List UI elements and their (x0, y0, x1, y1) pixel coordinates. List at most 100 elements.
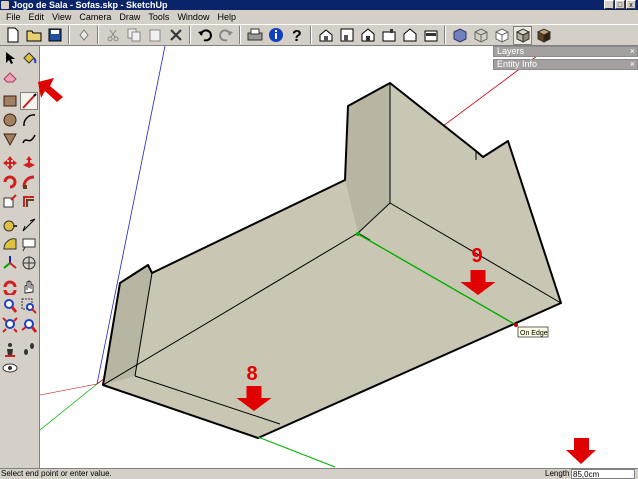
dimension-icon[interactable] (20, 216, 38, 234)
menu-camera[interactable]: Camera (75, 10, 115, 24)
large-tool-set (0, 46, 40, 468)
maximize-button[interactable]: □ (615, 0, 625, 9)
left-view-icon[interactable] (421, 26, 440, 45)
close-button[interactable]: x (626, 0, 636, 9)
zoom-extents-icon[interactable] (1, 316, 19, 334)
right-view-icon[interactable] (379, 26, 398, 45)
minimize-button[interactable]: _ (604, 0, 614, 9)
undo-icon[interactable] (195, 26, 214, 45)
toolbar-separator (310, 26, 312, 44)
callout-label-9: 9 (471, 245, 482, 267)
back-view-icon[interactable] (400, 26, 419, 45)
cut-icon[interactable] (103, 26, 122, 45)
rotate-icon[interactable] (1, 173, 19, 191)
save-icon[interactable] (45, 26, 64, 45)
standard-toolbar: ? (0, 24, 638, 46)
rectangle-icon[interactable] (1, 92, 19, 110)
scale-icon[interactable] (1, 192, 19, 210)
toolbar-separator (68, 26, 70, 44)
move-icon[interactable] (1, 154, 19, 172)
hidden-line-icon[interactable] (492, 26, 511, 45)
orbit-icon[interactable] (1, 278, 19, 296)
menu-window[interactable]: Window (173, 10, 213, 24)
toolbar-separator (189, 26, 191, 44)
text-icon[interactable] (20, 235, 38, 253)
layers-tray-label: Layers (497, 46, 525, 56)
previous-view-icon[interactable] (20, 316, 38, 334)
zoom-icon[interactable] (1, 297, 19, 315)
position-camera-icon[interactable] (1, 340, 19, 358)
callout-label-8: 8 (246, 363, 257, 385)
toolbar-separator (97, 26, 99, 44)
print-icon[interactable] (245, 26, 264, 45)
select-icon[interactable] (1, 49, 19, 67)
shaded-textures-icon[interactable] (534, 26, 553, 45)
green-axis-left (40, 383, 98, 431)
layers-tray[interactable]: Layers × (493, 46, 638, 57)
entity-info-tray-label: Entity Info (497, 59, 538, 69)
tape-measure-icon[interactable] (1, 216, 19, 234)
sketchup-window: Jogo de Sala - Sofas.skp - SketchUp _ □ … (0, 0, 638, 479)
polygon-icon[interactable] (1, 130, 19, 148)
entity-info-tray[interactable]: Entity Info × (493, 59, 638, 70)
open-icon[interactable] (24, 26, 43, 45)
measurements-label: Length (545, 469, 570, 478)
3d-text-icon[interactable] (20, 254, 38, 272)
title-bar: Jogo de Sala - Sofas.skp - SketchUp _ □ … (0, 0, 638, 10)
model-info-icon[interactable] (266, 26, 285, 45)
start-point-marker (356, 232, 360, 236)
red-axis-negative (40, 383, 98, 396)
make-component-icon[interactable] (74, 26, 93, 45)
offset-icon[interactable] (20, 192, 38, 210)
redo-icon[interactable] (216, 26, 235, 45)
svg-text:?: ? (292, 28, 302, 43)
paste-icon[interactable] (145, 26, 164, 45)
paint-bucket-icon[interactable] (20, 49, 38, 67)
menu-file[interactable]: File (2, 10, 25, 24)
help-icon[interactable]: ? (287, 26, 306, 45)
model-scene: On Edge 8 9 (40, 46, 562, 468)
axes-icon[interactable] (1, 254, 19, 272)
status-message: Select end point or enter value. (1, 469, 112, 478)
protractor-icon[interactable] (1, 235, 19, 253)
menu-draw[interactable]: Draw (115, 10, 144, 24)
menu-help[interactable]: Help (213, 10, 240, 24)
iso-view-icon[interactable] (316, 26, 335, 45)
push-pull-icon[interactable] (20, 154, 38, 172)
wireframe-icon[interactable] (471, 26, 490, 45)
on-edge-point-marker (514, 323, 518, 327)
close-icon[interactable]: × (630, 60, 635, 69)
toolbar-separator (444, 26, 446, 44)
xray-icon[interactable] (450, 26, 469, 45)
arc-icon[interactable] (20, 111, 38, 129)
zoom-window-icon[interactable] (20, 297, 38, 315)
follow-me-icon[interactable] (20, 173, 38, 191)
menu-tools[interactable]: Tools (144, 10, 173, 24)
drawing-viewport[interactable]: On Edge 8 9 (40, 46, 638, 468)
window-controls: _ □ x (604, 0, 636, 10)
copy-icon[interactable] (124, 26, 143, 45)
new-icon[interactable] (3, 26, 22, 45)
circle-icon[interactable] (1, 111, 19, 129)
pan-icon[interactable] (20, 278, 38, 296)
shaded-icon[interactable] (513, 25, 532, 45)
line-icon[interactable] (20, 92, 38, 110)
erase-icon[interactable] (166, 26, 185, 45)
top-view-icon[interactable] (337, 26, 356, 45)
window-title: Jogo de Sala - Sofas.skp - SketchUp (12, 0, 168, 10)
look-around-icon[interactable] (1, 359, 19, 377)
eraser-icon[interactable] (1, 68, 19, 86)
inference-tooltip: On Edge (520, 330, 548, 337)
walk-icon[interactable] (20, 340, 38, 358)
green-axis-front (257, 436, 336, 468)
menu-bar: File Edit View Camera Draw Tools Window … (0, 10, 638, 24)
menu-edit[interactable]: Edit (25, 10, 49, 24)
sketchup-app-icon (1, 1, 9, 9)
close-icon[interactable]: × (630, 47, 635, 56)
freehand-icon[interactable] (20, 130, 38, 148)
status-bar: Select end point or enter value. Length … (0, 468, 638, 479)
measurements-box[interactable]: 85,0cm (571, 469, 635, 479)
front-view-icon[interactable] (358, 26, 377, 45)
toolbar-separator (239, 26, 241, 44)
menu-view[interactable]: View (48, 10, 75, 24)
